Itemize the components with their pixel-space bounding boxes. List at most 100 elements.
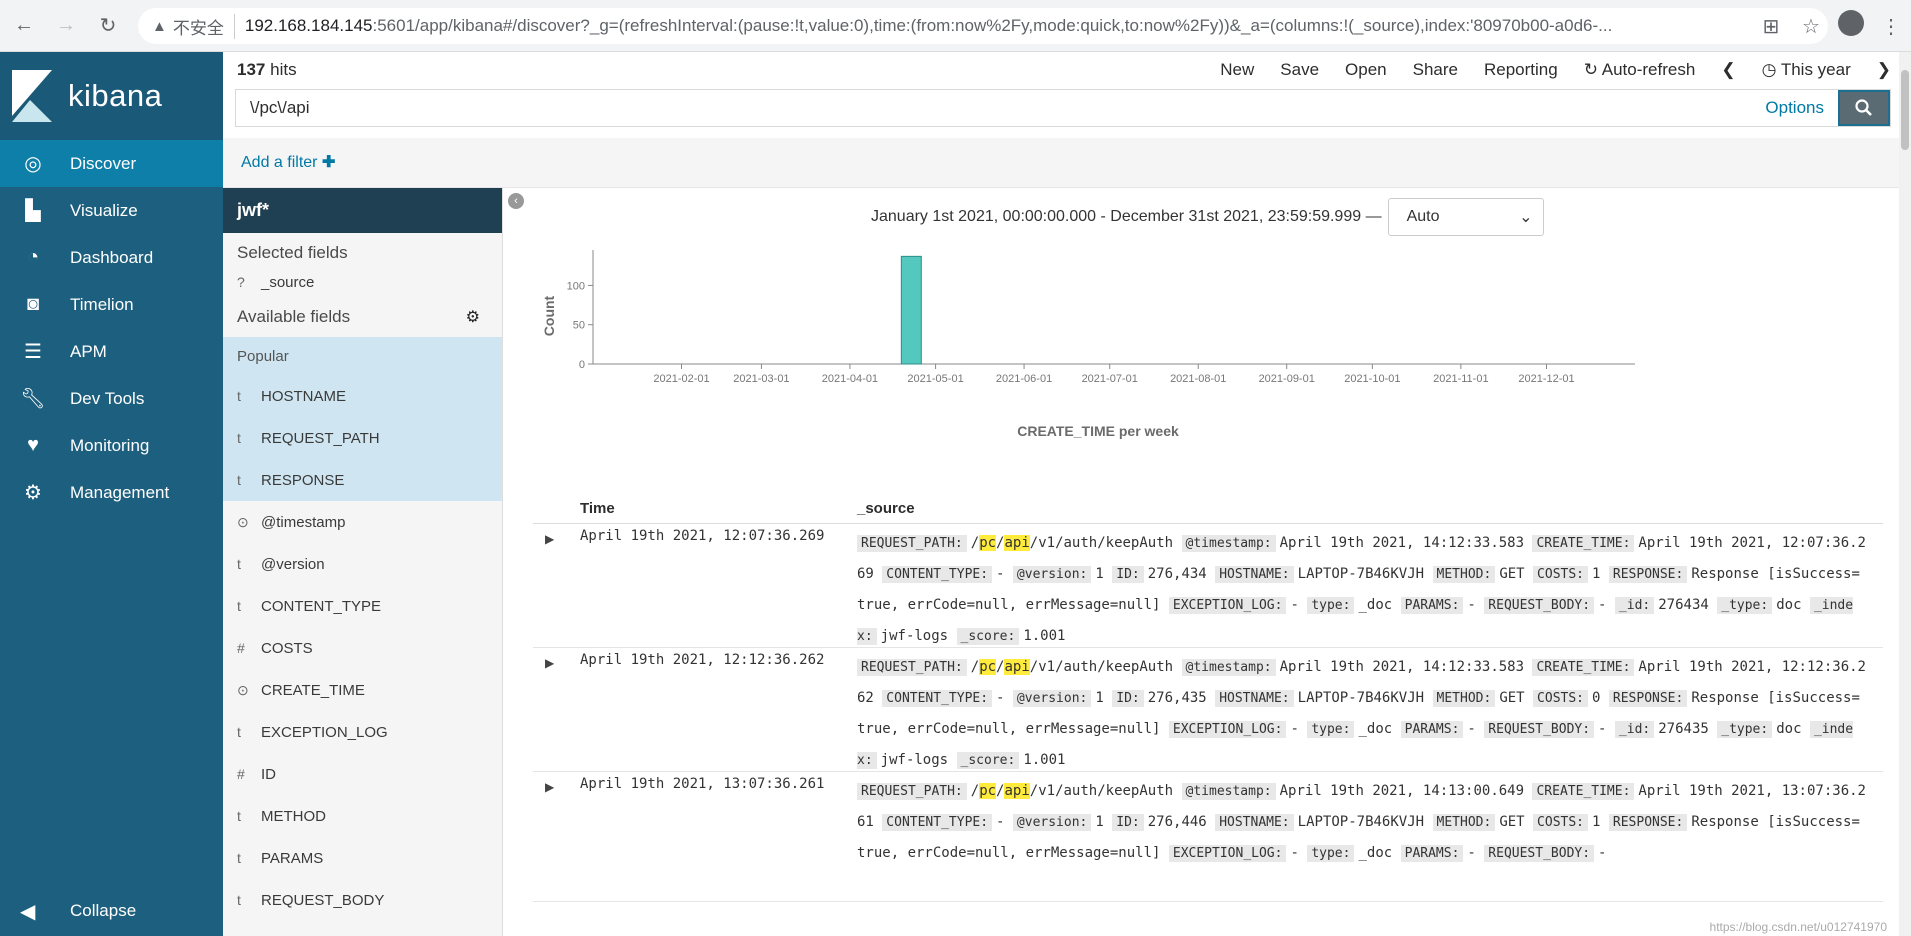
source-field-value: 0 bbox=[1592, 690, 1601, 706]
add-filter-button[interactable]: Add a filter ✚ bbox=[241, 152, 335, 172]
highlight-term: pc bbox=[979, 783, 997, 799]
search-input[interactable] bbox=[236, 90, 1752, 126]
field-item[interactable]: t RESPONSE bbox=[223, 459, 502, 501]
new-button[interactable]: New bbox=[1220, 60, 1254, 80]
source-field-key: CONTENT_TYPE: bbox=[882, 814, 993, 831]
translate-icon[interactable]: ⊞ bbox=[1751, 14, 1791, 39]
expand-row-icon[interactable]: ▶ bbox=[545, 532, 554, 546]
brand-name: kibana bbox=[68, 78, 163, 113]
nav-label: Dashboard bbox=[70, 247, 154, 267]
options-button[interactable]: Options bbox=[1751, 90, 1838, 126]
source-field-value: LAPTOP-7B46KVJH bbox=[1297, 690, 1425, 706]
nav-apm[interactable]: ☰ APM bbox=[0, 328, 223, 375]
field-item[interactable]: t @version bbox=[223, 543, 502, 585]
time-back-icon[interactable]: ❮ bbox=[1721, 60, 1735, 80]
field-item[interactable]: # COSTS bbox=[223, 627, 502, 669]
time-forward-icon[interactable]: ❯ bbox=[1877, 60, 1891, 80]
source-field-key: @version: bbox=[1012, 566, 1092, 583]
scrollbar-thumb[interactable] bbox=[1901, 70, 1909, 150]
page-scrollbar[interactable] bbox=[1899, 52, 1911, 936]
expand-row-icon[interactable]: ▶ bbox=[545, 780, 554, 794]
source-field-value: 1.001 bbox=[1023, 752, 1066, 768]
field-item[interactable]: t CONTENT_TYPE bbox=[223, 585, 502, 627]
x-tick-label: 2021-04-01 bbox=[822, 373, 878, 385]
histogram-bar bbox=[900, 255, 922, 365]
reload-icon[interactable]: ↻ bbox=[90, 8, 126, 44]
field-item[interactable]: t EXCEPTION_LOG bbox=[223, 711, 502, 753]
star-icon[interactable]: ☆ bbox=[1791, 14, 1831, 39]
source-field-value: - bbox=[1598, 721, 1607, 737]
profile-avatar[interactable] bbox=[1831, 10, 1871, 42]
field-list: ⊙ @timestamp t @version t CONTENT_TYPE # COSTS ⊙… bbox=[223, 501, 502, 921]
nav-monitoring[interactable]: ♥ Monitoring bbox=[0, 422, 223, 469]
time-range: January 1st 2021, 00:00:00.000 - Decembe… bbox=[871, 198, 1544, 236]
add-filter-label: Add a filter bbox=[241, 154, 318, 171]
warning-icon[interactable]: ▲ bbox=[152, 18, 167, 35]
nav-dashboard[interactable]: ◔ Dashboard bbox=[0, 234, 223, 281]
source-field-key: EXCEPTION_LOG: bbox=[1168, 597, 1287, 614]
field-item[interactable]: t HOSTNAME bbox=[223, 375, 502, 417]
auto-refresh-button[interactable]: ↻ Auto-refresh bbox=[1584, 60, 1696, 80]
source-column-header[interactable]: _source bbox=[857, 500, 915, 517]
forward-icon[interactable]: → bbox=[48, 8, 84, 44]
time-column-header[interactable]: Time bbox=[580, 500, 615, 517]
collapse-button[interactable]: ◀ Collapse bbox=[0, 886, 223, 936]
row-source: REQUEST_PATH:/pc/api/v1/auth/keepAuth @t… bbox=[857, 528, 1867, 652]
source-field-value: - bbox=[996, 814, 1005, 830]
field-name: @timestamp bbox=[261, 513, 346, 531]
kibana-logo[interactable]: kibana bbox=[0, 52, 223, 140]
source-field-key: RESPONSE: bbox=[1608, 566, 1688, 583]
source-field-key: CREATE_TIME: bbox=[1532, 535, 1635, 552]
nav-timelion[interactable]: ◙ Timelion bbox=[0, 281, 223, 328]
source-field-value: - bbox=[1598, 845, 1607, 861]
x-tick-label: 2021-12-01 bbox=[1518, 373, 1574, 385]
field-type-icon: ⊙ bbox=[237, 513, 249, 530]
search-button[interactable] bbox=[1838, 90, 1890, 126]
kebab-menu-icon[interactable]: ⋮ bbox=[1871, 14, 1911, 39]
reporting-button[interactable]: Reporting bbox=[1484, 60, 1558, 80]
source-field-value: GET bbox=[1499, 690, 1525, 706]
clock-icon: ◷ bbox=[1761, 60, 1777, 79]
insecure-label[interactable]: 不安全 bbox=[173, 13, 235, 39]
time-picker-button[interactable]: ◷ This year bbox=[1762, 60, 1851, 80]
field-item[interactable]: t REQUEST_PATH bbox=[223, 417, 502, 459]
collapse-sidebar-icon[interactable]: ‹ bbox=[508, 193, 524, 209]
x-tick-label: 2021-10-01 bbox=[1344, 373, 1400, 385]
nav-discover[interactable]: ◎ Discover bbox=[0, 140, 223, 187]
field-item[interactable]: t METHOD bbox=[223, 795, 502, 837]
field-item[interactable]: t REQUEST_BODY bbox=[223, 879, 502, 921]
field-item[interactable]: ⊙ @timestamp bbox=[223, 501, 502, 543]
nav-visualize[interactable]: ▙ Visualize bbox=[0, 187, 223, 234]
address-bar[interactable]: ▲ 不安全 192.168.184.145 :5601/app/kibana#/… bbox=[138, 8, 1828, 44]
field-type-icon: # bbox=[237, 640, 245, 656]
nav-management[interactable]: ⚙ Management bbox=[0, 469, 223, 516]
source-field-value: LAPTOP-7B46KVJH bbox=[1297, 814, 1425, 830]
source-field-key: COSTS: bbox=[1533, 566, 1589, 583]
nav-label: Timelion bbox=[70, 294, 134, 314]
back-icon[interactable]: ← bbox=[6, 8, 42, 44]
row-time: April 19th 2021, 12:12:36.262 bbox=[580, 652, 825, 668]
row-source: REQUEST_PATH:/pc/api/v1/auth/keepAuth @t… bbox=[857, 652, 1867, 776]
save-button[interactable]: Save bbox=[1280, 60, 1319, 80]
field-item[interactable]: ⊙ CREATE_TIME bbox=[223, 669, 502, 711]
interval-select[interactable]: Auto ⌄ bbox=[1387, 198, 1544, 236]
nav-dev-tools[interactable]: 🔧︎ Dev Tools bbox=[0, 375, 223, 422]
expand-row-icon[interactable]: ▶ bbox=[545, 656, 554, 670]
source-field-key: RESPONSE: bbox=[1608, 690, 1688, 707]
source-field-key: _score: bbox=[956, 752, 1020, 769]
gear-icon[interactable]: ⚙ bbox=[466, 307, 480, 327]
source-field-key: REQUEST_BODY: bbox=[1484, 597, 1595, 614]
field-name: PARAMS bbox=[261, 849, 324, 867]
field-name: ID bbox=[261, 765, 276, 783]
source-field-value: 276435 bbox=[1658, 721, 1709, 737]
open-button[interactable]: Open bbox=[1345, 60, 1387, 80]
share-button[interactable]: Share bbox=[1413, 60, 1458, 80]
browser-toolbar: ← → ↻ ▲ 不安全 192.168.184.145 :5601/app/ki… bbox=[0, 0, 1911, 52]
index-pattern-title[interactable]: jwf* bbox=[223, 188, 502, 233]
field-item[interactable]: ? _source bbox=[223, 267, 502, 297]
field-item[interactable]: # ID bbox=[223, 753, 502, 795]
field-type-icon: t bbox=[237, 430, 241, 446]
hits-number: 137 bbox=[237, 60, 266, 79]
field-item[interactable]: t PARAMS bbox=[223, 837, 502, 879]
source-field-value: _doc bbox=[1358, 597, 1393, 613]
